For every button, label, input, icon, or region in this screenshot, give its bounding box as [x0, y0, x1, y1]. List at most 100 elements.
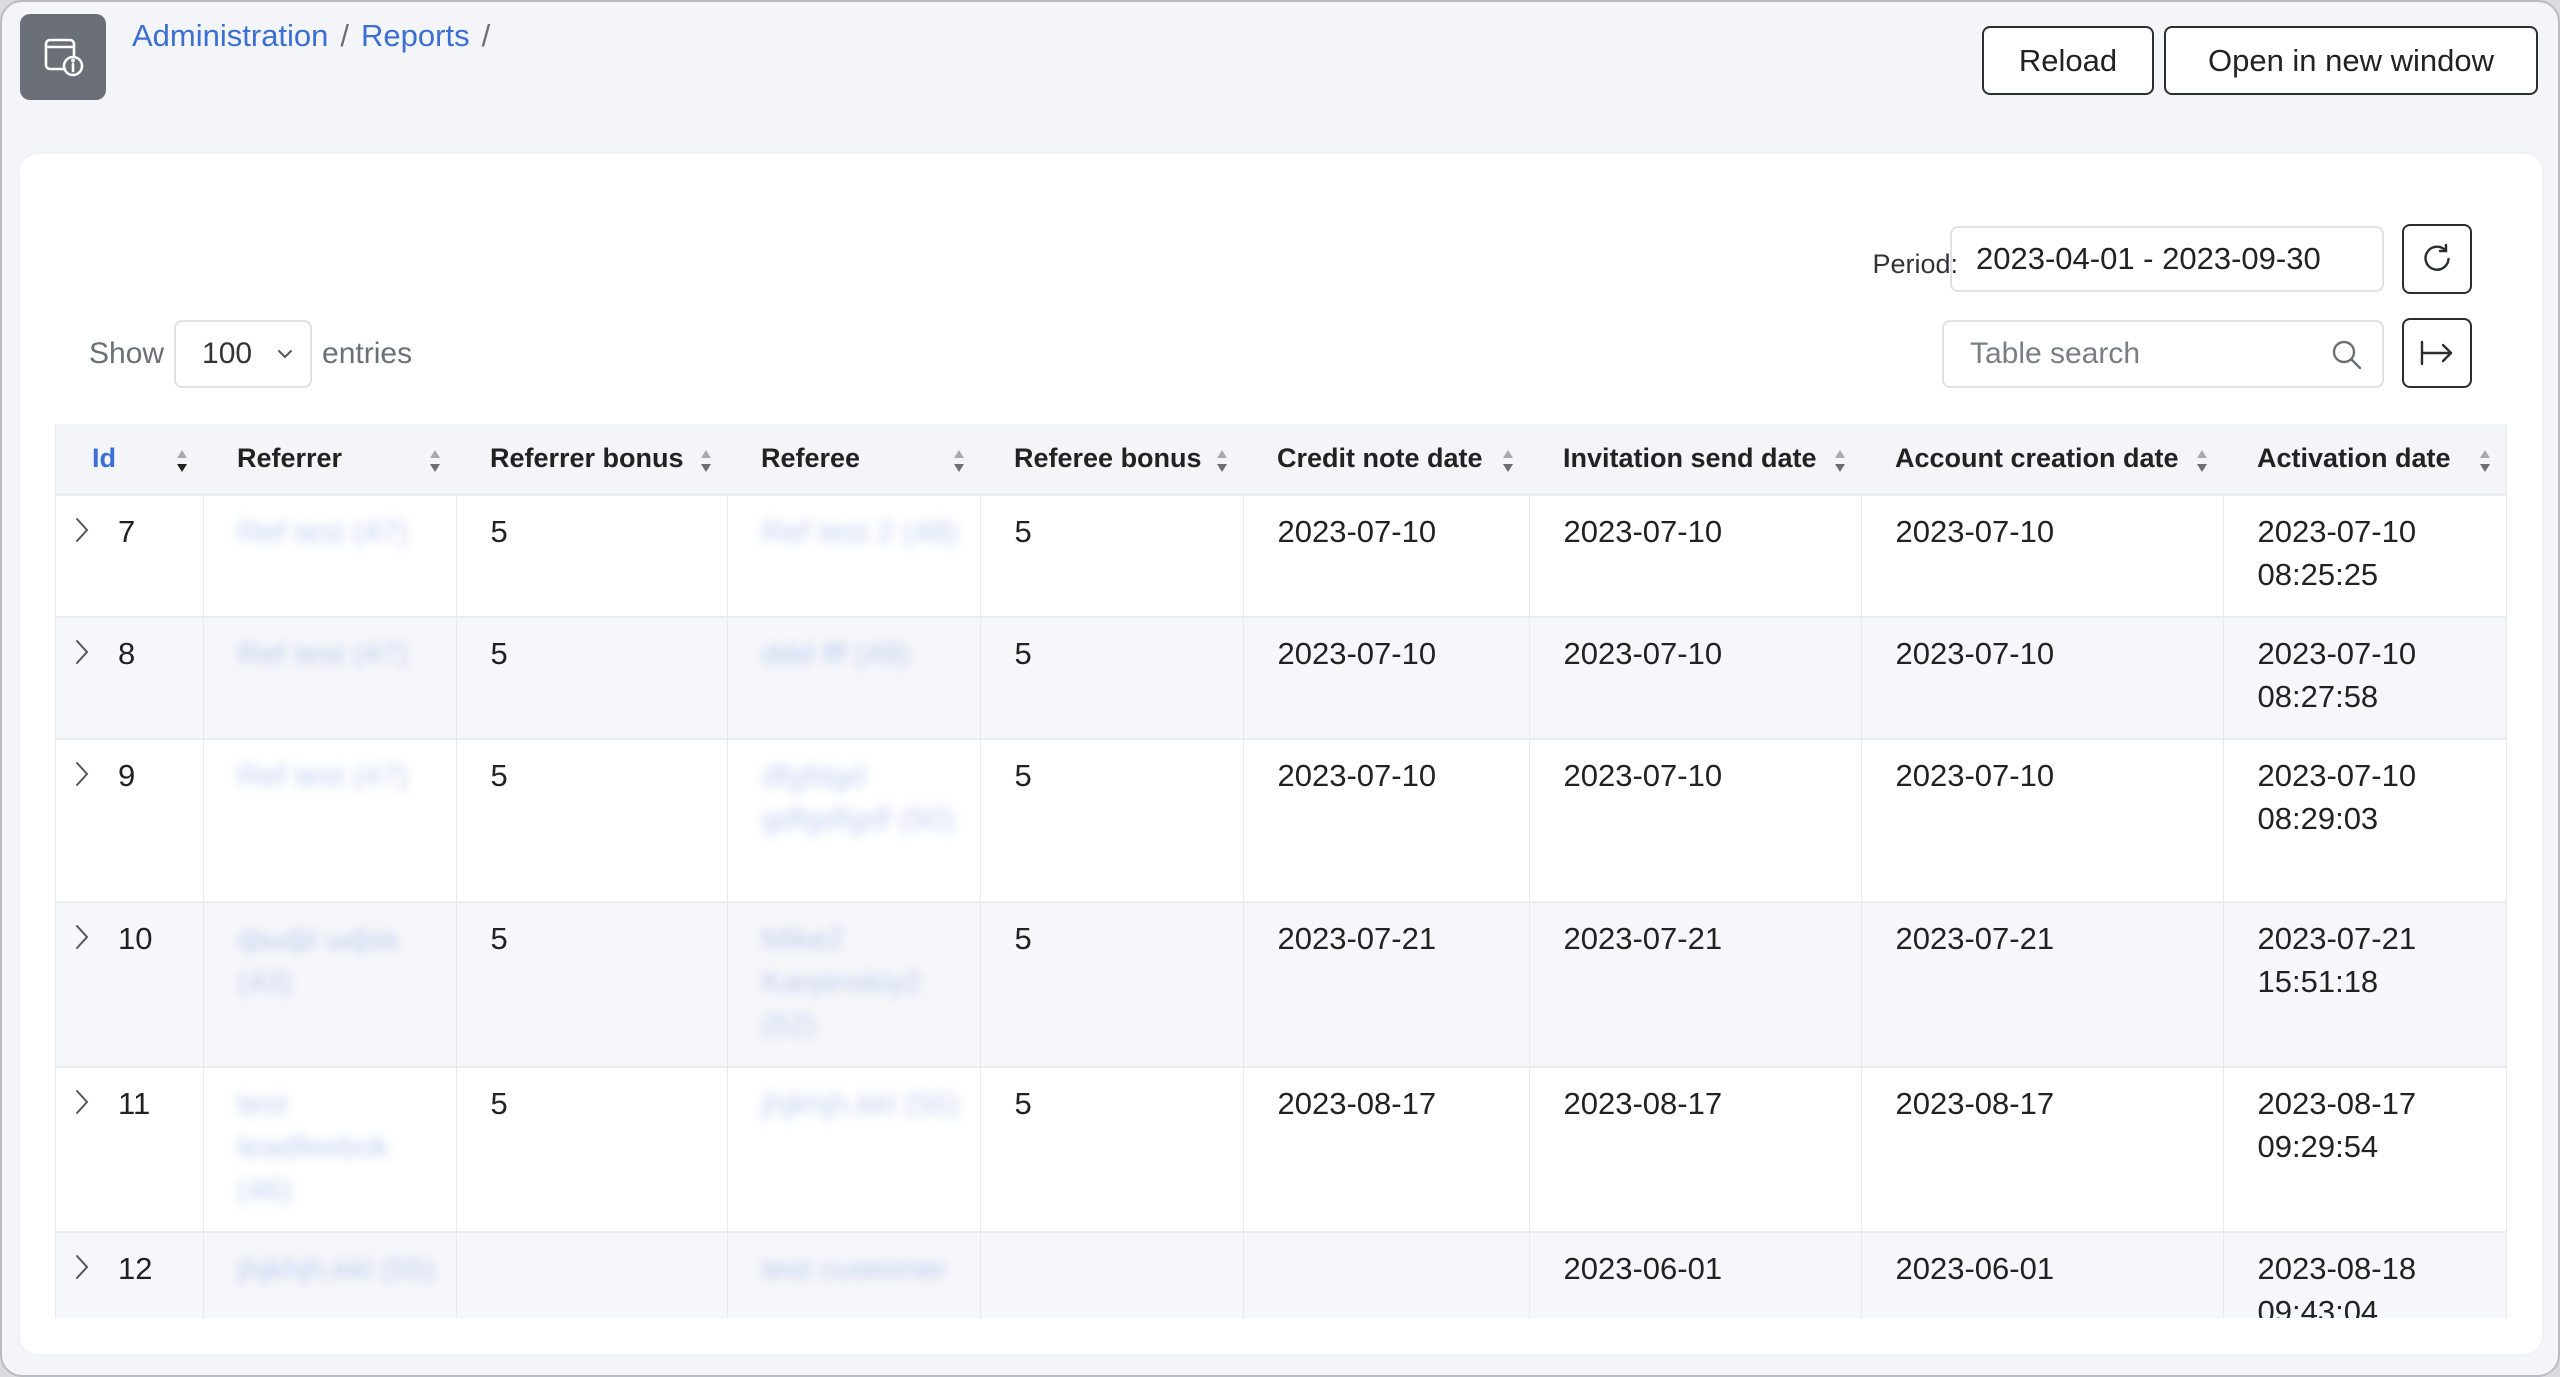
referee-bonus-cell: 5 [980, 1066, 1244, 1233]
sort-icon [701, 450, 711, 472]
column-header-label: Credit note date [1277, 442, 1483, 473]
sort-icon [1217, 450, 1227, 472]
period-label: Period: [1872, 249, 1958, 279]
activation-time-value: 09:43:04 [2257, 1293, 2379, 1319]
referrer-cell: jhjkhjh,kkl (55) [203, 1231, 457, 1318]
account-creation-date-value: 2023-06-01 [1895, 1250, 2055, 1286]
page-length-control: Show 100 entries [89, 320, 412, 388]
referrer-link[interactable]: фыфі ыфіа (43) [238, 921, 399, 999]
table-row: 8 Ref test (47) 5 ddd fff (49) 5 2023-07-10 20… [56, 616, 2506, 740]
referrer-link[interactable]: test leadfeebok (46) [238, 1086, 390, 1207]
column-header-activation-date[interactable]: Activation date [2223, 424, 2506, 496]
activation-date-value: 2023-07-10 [2257, 757, 2417, 793]
referee-bonus-cell: 5 [980, 494, 1244, 618]
referrer-bonus-value: 5 [490, 635, 508, 671]
page-length-select[interactable]: 100 [174, 320, 313, 388]
expand-row-chevron-icon[interactable] [74, 917, 104, 962]
entries-label: entries [322, 337, 413, 370]
column-header-referee[interactable]: Referee [727, 424, 980, 496]
id-cell: 11 [56, 1066, 204, 1233]
column-header-id[interactable]: Id [56, 424, 203, 496]
row-id: 9 [118, 757, 136, 793]
credit-note-date-value: 2023-07-10 [1277, 513, 1437, 549]
row-id: 7 [118, 513, 136, 549]
referrer-link[interactable]: Ref test (47) [238, 758, 409, 793]
activation-date-value: 2023-08-17 [2257, 1085, 2417, 1121]
activation-date-cell: 2023-07-21 15:51:18 [2223, 901, 2506, 1068]
account-creation-date-value: 2023-07-10 [1895, 635, 2055, 671]
referrer-link[interactable]: jhjkhjh,kkl (55) [238, 1251, 436, 1286]
activation-date-cell: 2023-08-18 09:43:04 [2223, 1231, 2506, 1319]
reload-button[interactable]: Reload [1982, 26, 2154, 95]
row-id: 8 [118, 635, 136, 671]
referee-link[interactable]: test customer [762, 1251, 948, 1286]
account-creation-date-value: 2023-07-10 [1895, 513, 2055, 549]
activation-date-value: 2023-07-10 [2257, 635, 2417, 671]
invitation-send-date-value: 2023-06-01 [1563, 1250, 1723, 1286]
referrer-cell: фыфі ыфіа (43) [203, 901, 457, 1068]
activation-time-value: 08:25:25 [2257, 556, 2379, 592]
referrer-link[interactable]: Ref test (47) [238, 514, 409, 549]
referee-link[interactable]: jhjkhjh,kkl (55) [762, 1086, 960, 1121]
report-card: Period: 2023-04-01 - 2023-09-30 Show [20, 154, 2542, 1354]
activation-time-value: 08:27:58 [2257, 678, 2379, 714]
referrer-cell: Ref test (47) [203, 494, 457, 618]
invitation-send-date-cell: 2023-07-10 [1529, 616, 1862, 740]
activation-date-value: 2023-08-18 [2257, 1250, 2417, 1286]
column-header-account-creation-date[interactable]: Account creation date [1861, 424, 2223, 496]
column-header-referee-bonus[interactable]: Referee bonus [980, 424, 1243, 496]
breadcrumb-administration[interactable]: Administration [132, 18, 328, 54]
referee-cell: dfgfdgd gdfgdfgdf (50) [727, 738, 981, 903]
expand-row-chevron-icon[interactable] [74, 1082, 104, 1127]
account-creation-date-cell: 2023-07-10 [1861, 738, 2224, 903]
expand-row-chevron-icon[interactable] [74, 510, 104, 555]
referee-bonus-cell: 5 [980, 901, 1244, 1068]
credit-note-date-value: 2023-08-17 [1277, 1085, 1437, 1121]
referee-link[interactable]: Mike2 Karpinskiy2 (52) [762, 921, 922, 1042]
export-button[interactable] [2402, 318, 2472, 388]
table-row: 7 Ref test (47) 5 Ref test 2 (48) 5 2023-07-1… [56, 494, 2506, 618]
expand-row-chevron-icon[interactable] [74, 1247, 104, 1292]
referrer-bonus-cell: 5 [456, 738, 728, 903]
invitation-send-date-cell: 2023-07-10 [1529, 738, 1862, 903]
column-header-credit-note-date[interactable]: Credit note date [1243, 424, 1529, 496]
column-header-referrer[interactable]: Referrer [203, 424, 456, 496]
expand-row-chevron-icon[interactable] [74, 632, 104, 677]
period-date-range-input[interactable]: 2023-04-01 - 2023-09-30 [1950, 226, 2384, 292]
table-search-input[interactable] [1944, 337, 2330, 371]
referrer-bonus-cell: 5 [456, 494, 728, 618]
report-info-icon[interactable] [20, 14, 106, 100]
sort-icon [430, 450, 440, 472]
credit-note-date-cell: 2023-07-10 [1243, 616, 1530, 740]
breadcrumb-reports[interactable]: Reports [361, 18, 470, 54]
sort-icon [954, 450, 964, 472]
column-header-label: Referee [761, 442, 861, 473]
sort-icon [2197, 450, 2207, 472]
refresh-period-button[interactable] [2402, 224, 2472, 294]
credit-note-date-value: 2023-07-10 [1277, 635, 1437, 671]
column-header-invitation-send-date[interactable]: Invitation send date [1529, 424, 1861, 496]
column-header-label: Account creation date [1895, 442, 2179, 473]
id-cell: 8 [56, 616, 204, 740]
export-arrow-icon [2420, 340, 2453, 366]
invitation-send-date-cell: 2023-06-01 [1529, 1231, 1862, 1318]
referrer-bonus-cell [456, 1231, 728, 1318]
referee-link[interactable]: ddd fff (49) [762, 636, 911, 671]
activation-date-cell: 2023-07-10 08:27:58 [2223, 616, 2506, 740]
referee-link[interactable]: dfgfdgd gdfgdfgdf (50) [762, 758, 955, 836]
open-in-new-window-button[interactable]: Open in new window [2164, 26, 2538, 95]
column-header-label: Referee bonus [1014, 442, 1202, 473]
expand-row-chevron-icon[interactable] [74, 754, 104, 799]
referrer-bonus-value: 5 [490, 1085, 508, 1121]
report-table-container: Id Referrer Referrer bonus Referee Referee b… [55, 424, 2507, 1318]
referee-link[interactable]: Ref test 2 (48) [762, 514, 958, 549]
column-header-referrer-bonus[interactable]: Referrer bonus [456, 424, 727, 496]
id-cell: 9 [56, 738, 204, 903]
account-creation-date-cell: 2023-07-21 [1861, 901, 2224, 1068]
referee-bonus-value: 5 [1014, 513, 1032, 549]
referrer-link[interactable]: Ref test (47) [238, 636, 409, 671]
credit-note-date-cell: 2023-08-17 [1243, 1066, 1530, 1233]
referrer-bonus-value: 5 [490, 920, 508, 956]
row-id: 10 [118, 920, 153, 956]
invitation-send-date-value: 2023-07-10 [1563, 757, 1723, 793]
